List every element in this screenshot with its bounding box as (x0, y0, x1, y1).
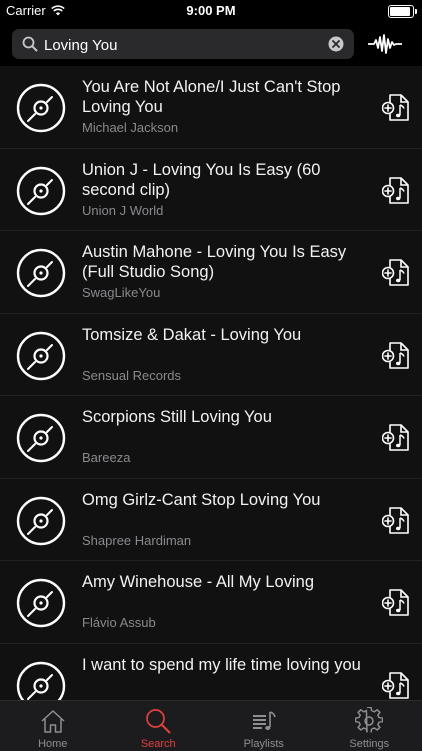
song-artist: Sensual Records (82, 368, 367, 383)
song-artist: Flávio Assub (82, 615, 367, 630)
add-to-playlist-icon[interactable] (382, 258, 410, 288)
search-bar (0, 22, 422, 66)
song-title: Austin Mahone - Loving You Is Easy (Full… (82, 242, 367, 282)
vinyl-disc-icon (16, 578, 66, 628)
song-title: Amy Winehouse - All My Loving (82, 572, 367, 592)
result-row[interactable]: Union J - Loving You Is Easy (60 second … (0, 149, 422, 232)
result-row[interactable]: Amy Winehouse - All My Loving Flávio Assu… (0, 561, 422, 644)
search-field (12, 29, 354, 59)
search-input[interactable] (42, 29, 326, 61)
song-artist: Michael Jackson (82, 120, 367, 135)
search-icon (22, 36, 38, 52)
tab-search-label: Search (106, 738, 212, 750)
vinyl-disc-icon (16, 661, 66, 701)
result-row[interactable]: Omg Girlz-Cant Stop Loving You Shapree Ha… (0, 479, 422, 562)
song-title: I want to spend my life time loving you (82, 655, 367, 675)
tab-home[interactable]: Home (0, 701, 106, 751)
tab-settings-label: Settings (317, 738, 422, 750)
gear-icon (355, 707, 383, 735)
tab-bar: Home Search Playlists Settings (0, 700, 422, 751)
search-icon (144, 707, 172, 735)
vinyl-disc-icon (16, 83, 66, 133)
audio-waveform-icon[interactable] (368, 34, 402, 54)
tab-playlists-label: Playlists (211, 738, 317, 750)
result-row[interactable]: Austin Mahone - Loving You Is Easy (Full… (0, 231, 422, 314)
battery-fill (390, 7, 410, 16)
tab-home-label: Home (0, 738, 106, 750)
status-time: 9:00 PM (0, 3, 422, 18)
playlist-icon (250, 707, 278, 735)
search-results-list[interactable]: You Are Not Alone/I Just Can't Stop Lovi… (0, 66, 422, 700)
battery-icon (388, 5, 414, 18)
vinyl-disc-icon (16, 496, 66, 546)
add-to-playlist-icon[interactable] (382, 341, 410, 371)
add-to-playlist-icon[interactable] (382, 506, 410, 536)
add-to-playlist-icon[interactable] (382, 93, 410, 123)
vinyl-disc-icon (16, 413, 66, 463)
song-title: You Are Not Alone/I Just Can't Stop Lovi… (82, 77, 367, 117)
vinyl-disc-icon (16, 166, 66, 216)
result-row[interactable]: I want to spend my life time loving youG… (0, 644, 422, 701)
song-title: Tomsize & Dakat - Loving You (82, 325, 367, 345)
song-artist: Union J World (82, 203, 367, 218)
add-to-playlist-icon[interactable] (382, 671, 410, 701)
song-artist: Shapree Hardiman (82, 533, 367, 548)
vinyl-disc-icon (16, 248, 66, 298)
tab-search[interactable]: Search (106, 701, 212, 751)
song-artist: SwagLikeYou (82, 285, 367, 300)
song-title: Omg Girlz-Cant Stop Loving You (82, 490, 367, 510)
result-row[interactable]: Tomsize & Dakat - Loving You Sensual Reco… (0, 314, 422, 397)
vinyl-disc-icon (16, 331, 66, 381)
status-bar: Carrier 9:00 PM (0, 0, 422, 22)
song-title: Scorpions Still Loving You (82, 407, 367, 427)
song-title: Union J - Loving You Is Easy (60 second … (82, 160, 367, 200)
song-artist: Bareeza (82, 450, 367, 465)
add-to-playlist-icon[interactable] (382, 588, 410, 618)
tab-settings[interactable]: Settings (317, 701, 422, 751)
clear-search-icon[interactable] (328, 36, 344, 52)
add-to-playlist-icon[interactable] (382, 423, 410, 453)
add-to-playlist-icon[interactable] (382, 176, 410, 206)
home-icon (39, 707, 67, 735)
tab-playlists[interactable]: Playlists (211, 701, 317, 751)
result-row[interactable]: Scorpions Still Loving You Bareeza (0, 396, 422, 479)
result-row[interactable]: You Are Not Alone/I Just Can't Stop Lovi… (0, 66, 422, 149)
